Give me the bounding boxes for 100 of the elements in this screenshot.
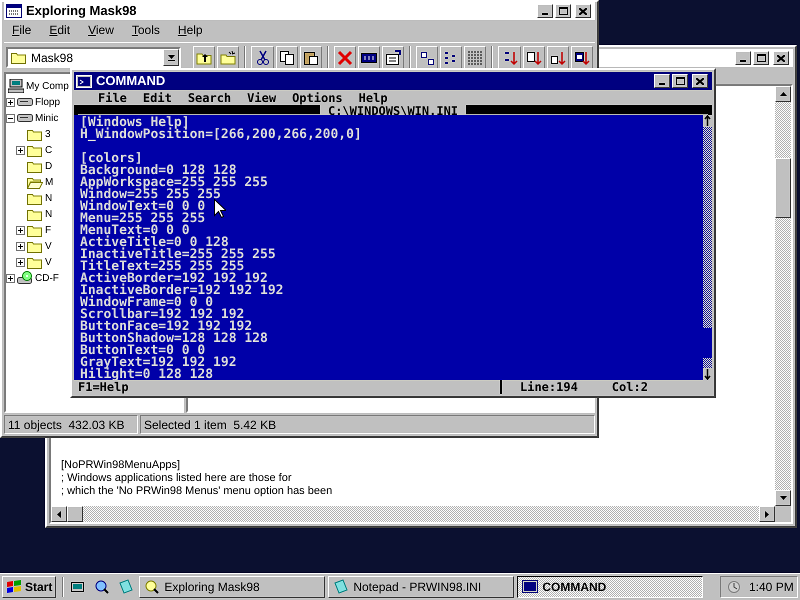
collapse-icon[interactable] (6, 114, 15, 122)
menu-item[interactable]: View (86, 21, 116, 39)
desktop-icon (70, 579, 86, 595)
close-button[interactable] (692, 74, 708, 88)
clock-icon[interactable] (727, 580, 741, 594)
window-icon (144, 579, 160, 595)
delete-icon (336, 50, 353, 66)
scroll-thumb[interactable] (67, 506, 83, 522)
tree-item[interactable]: CD-F (35, 270, 59, 286)
toolbar-button[interactable] (358, 46, 380, 70)
copy-icon (278, 50, 295, 66)
folder-icon (27, 208, 43, 220)
scroll-up-button[interactable] (775, 86, 791, 102)
expand-icon[interactable] (6, 98, 15, 106)
scrollbar[interactable] (51, 506, 791, 522)
toolbar-button[interactable] (546, 46, 569, 70)
expand-icon[interactable] (16, 146, 25, 154)
maximize-icon (676, 77, 684, 85)
menu-item[interactable]: Tools (130, 21, 162, 39)
toolbar-button[interactable] (570, 46, 593, 70)
status-text: F1=Help (77, 381, 130, 393)
tree-item[interactable]: D (45, 158, 52, 174)
address-dropdown[interactable]: Mask98 (6, 47, 182, 68)
text-line: [Windows Help] (80, 117, 190, 129)
menu-item[interactable]: Options (292, 88, 343, 106)
tree-item[interactable]: M (45, 174, 54, 190)
drive-icon (17, 97, 33, 107)
up-arrow-icon[interactable] (703, 115, 712, 127)
menu-item[interactable]: Edit (47, 21, 72, 39)
expand-icon[interactable] (6, 274, 15, 282)
taskbar-button[interactable]: COMMAND (517, 576, 704, 598)
scroll-thumb[interactable] (775, 158, 791, 218)
menu-item[interactable]: Edit (142, 88, 172, 106)
tree-item[interactable]: Flopp (35, 94, 60, 110)
toolbar-button[interactable] (522, 46, 545, 70)
cut-icon (254, 50, 271, 66)
tree-item[interactable]: Minic (35, 110, 58, 126)
folder-icon (27, 128, 43, 140)
tree-item[interactable]: 3 (45, 126, 51, 142)
expand-icon[interactable] (16, 258, 25, 266)
dropdown-button[interactable] (163, 49, 180, 66)
windows-logo-icon (6, 580, 22, 594)
tree-item[interactable]: N (45, 190, 52, 206)
tree-item[interactable]: F (45, 222, 52, 238)
menu-item[interactable]: Search (188, 88, 232, 106)
tree-item[interactable]: V (45, 238, 52, 254)
toolbar-button[interactable] (276, 46, 298, 70)
toolbar-button[interactable] (251, 46, 274, 70)
status-panel: 11 objects 432.03 KB (4, 415, 138, 434)
scroll-down-button[interactable] (775, 490, 791, 506)
sort-size-icon (550, 50, 566, 66)
minimize-icon (542, 13, 548, 15)
expand-icon[interactable] (16, 226, 25, 234)
up-arrow-icon (780, 92, 786, 96)
tree-item[interactable]: My Comp (26, 78, 69, 94)
scroll-thumb[interactable] (703, 328, 712, 358)
browser-icon (94, 579, 110, 595)
minimize-button[interactable] (537, 4, 553, 18)
tree-item[interactable]: N (45, 206, 52, 222)
text-line: ; which the 'No PRWin98 Menus' menu option has been (61, 485, 334, 498)
expand-icon[interactable] (16, 242, 25, 250)
toolbar-button[interactable] (440, 46, 462, 70)
folder-icon (27, 160, 43, 172)
menu-item[interactable]: File (98, 88, 127, 106)
maximize-button[interactable] (753, 51, 769, 65)
maximize-button[interactable] (555, 4, 571, 18)
minimize-button[interactable] (654, 74, 670, 88)
taskbar-button[interactable]: Exploring Mask98 (139, 576, 326, 598)
text-line: ButtonFace=192 192 192 (80, 321, 252, 333)
computer-icon (8, 79, 24, 93)
close-button[interactable] (773, 51, 789, 65)
toolbar-button[interactable] (416, 46, 438, 70)
taskbar-button[interactable]: Notepad - PRWIN98.INI (328, 576, 514, 598)
tree-item[interactable]: V (45, 254, 52, 270)
scroll-left-button[interactable] (51, 506, 67, 522)
toolbar-button[interactable] (382, 46, 404, 70)
close-button[interactable] (575, 4, 591, 18)
menu-item[interactable]: View (247, 88, 276, 106)
minimize-button[interactable] (735, 51, 751, 65)
down-arrow-icon[interactable] (703, 368, 712, 380)
toolbar-button[interactable] (498, 46, 521, 70)
scrollbar[interactable] (703, 115, 712, 380)
text-line: [NoPRWin98MenuApps] (61, 459, 182, 472)
text-line: AppWorkspace=255 255 255 (80, 177, 268, 189)
text-line: ButtonText=0 0 0 (80, 345, 206, 357)
menu-item[interactable]: Help (176, 21, 205, 39)
text-line: ; Windows applications listed here are those for (61, 472, 293, 485)
toolbar-button[interactable] (464, 46, 486, 70)
menu-item[interactable]: File (10, 21, 34, 39)
cd-icon (17, 271, 33, 285)
tree-item[interactable]: C (45, 142, 52, 158)
text-line: ButtonShadow=128 128 128 (80, 333, 268, 345)
drive-icon (17, 113, 33, 123)
menu-item[interactable]: Help (358, 88, 388, 106)
scrollbar[interactable] (775, 86, 791, 506)
maximize-button[interactable] (672, 74, 688, 88)
toolbar-button[interactable] (193, 46, 216, 70)
start-button[interactable]: Start (2, 576, 56, 598)
scroll-right-button[interactable] (759, 506, 775, 522)
toolbar-button[interactable] (300, 46, 322, 70)
